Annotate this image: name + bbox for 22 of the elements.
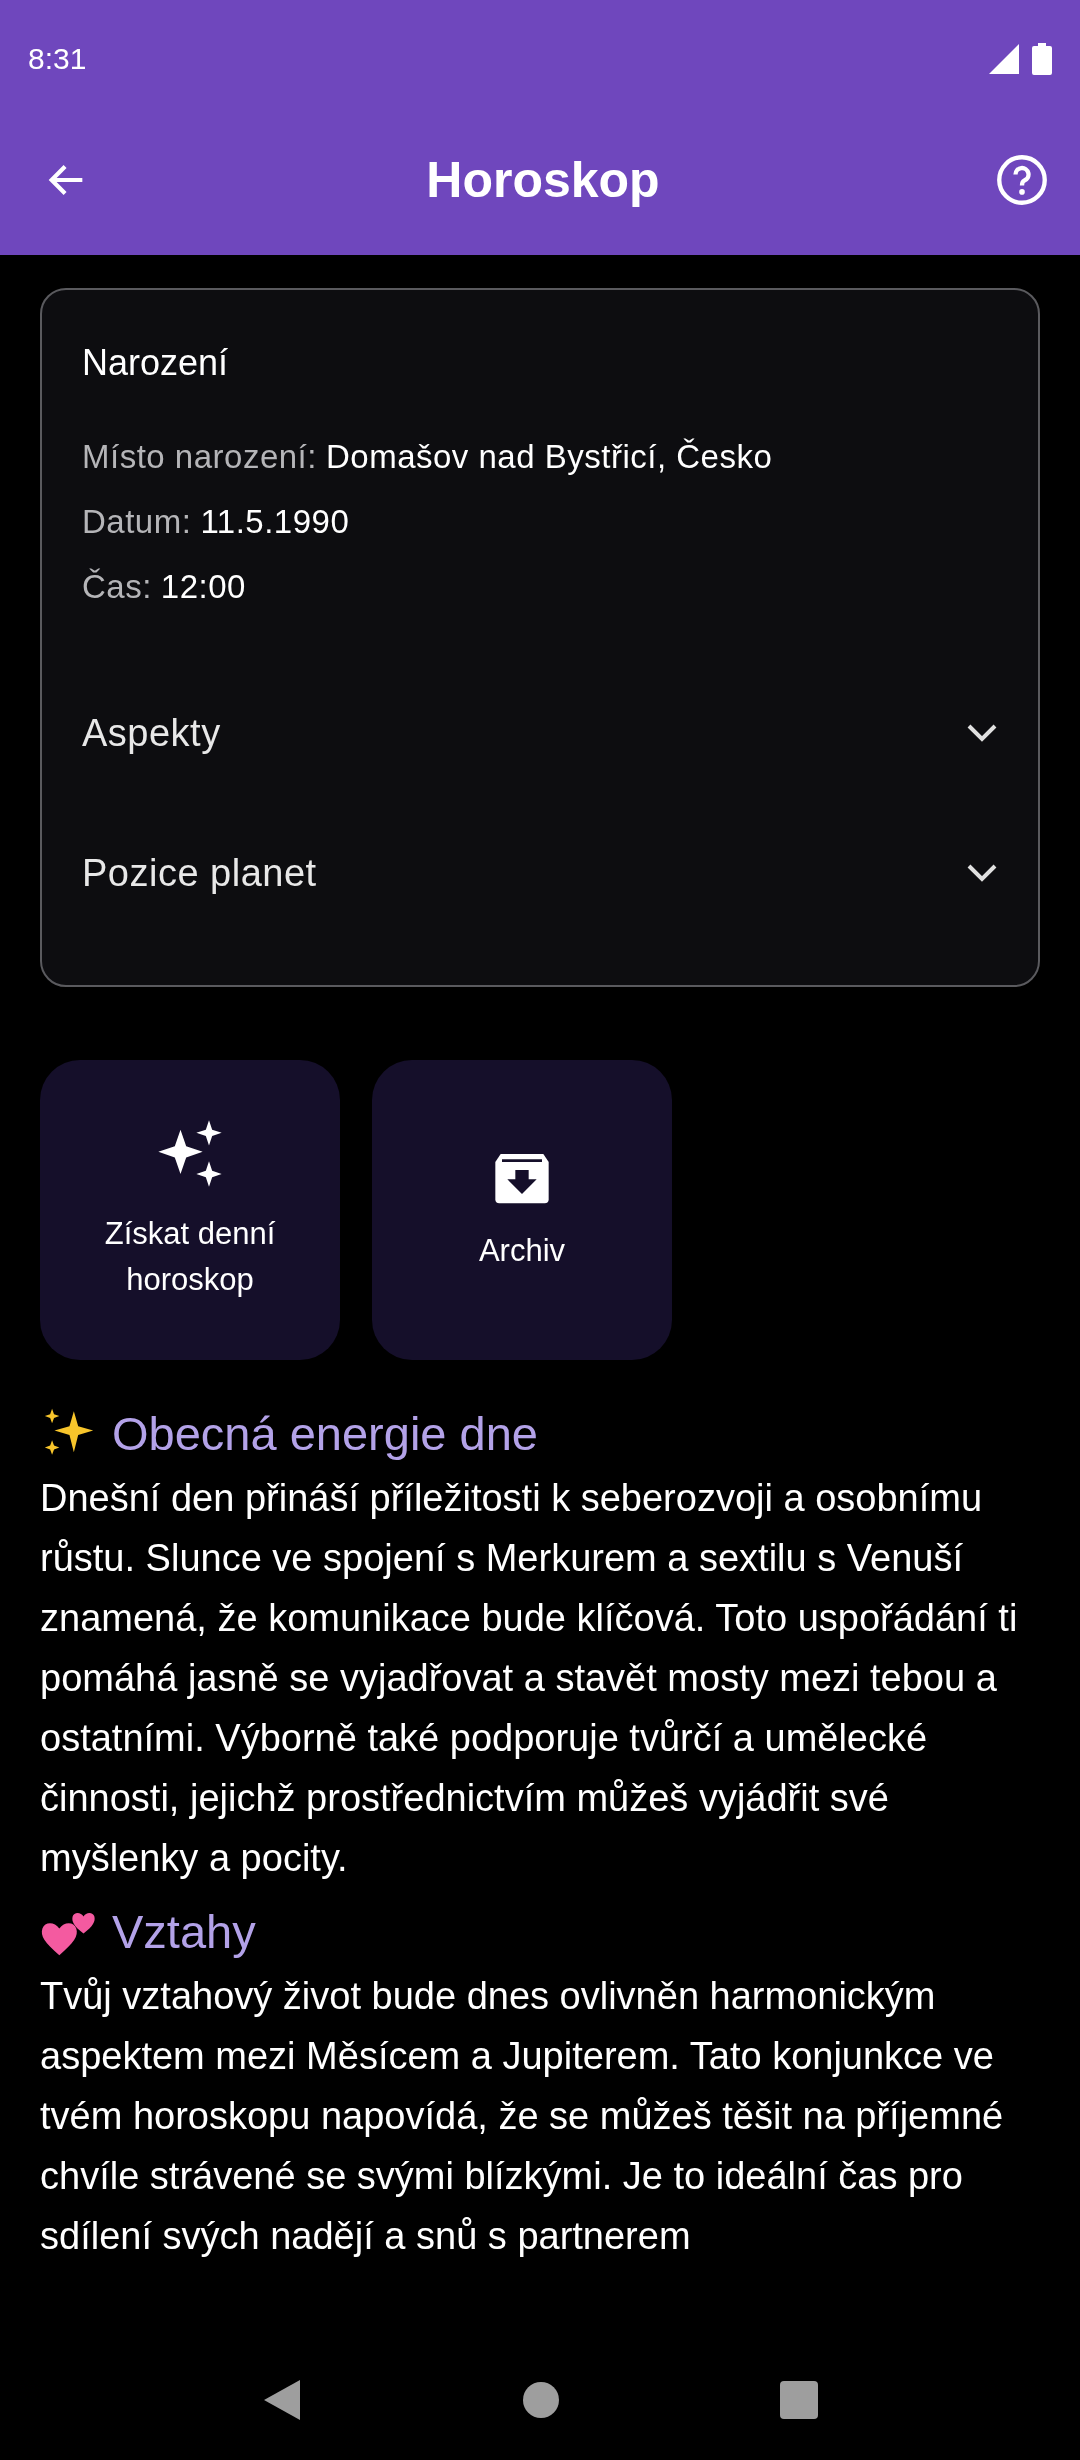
screen-title: Horoskop bbox=[426, 151, 660, 209]
horoscope-paragraph: Tvůj vztahový život bude dnes ovlivněn harmonickým aspektem mezi Měsícem a Jupiterem. Tato konjunkce ve tvém horoskopu napovídá, že se můžeš těšit na příjemné chvíle strávené se svými blízkými. Je to ideální čas pro sdílení svých nadějí a snů s partnerem bbox=[40, 1974, 1005, 2259]
horoscope-paragraph: Dnešní den přináší příležitosti k seberozvoji a osobnímu růstu. Slunce ve spojení s Merkurem a sextilu s Venuší znamená, že komunikace bude klíčová. Toto uspořádání ti pomáhá jasně se vyjadřovat a stavět mosty mezi tebou a ostatními. Výborně také podporuje tvůrčí a umělecké činnosti, jejichž prostřednictvím můžeš vyjádřit své myšlenky a pocity. bbox=[40, 1476, 1019, 1881]
status-time: 8:31 bbox=[28, 41, 87, 76]
expandable-section[interactable]: Aspekty bbox=[82, 711, 221, 755]
expandable-section[interactable]: Pozice planet bbox=[82, 851, 317, 895]
signal-icon bbox=[988, 42, 1020, 75]
detail-label: Datum: bbox=[82, 503, 192, 541]
battery-icon bbox=[1032, 42, 1052, 75]
home-nav-icon[interactable] bbox=[522, 2381, 560, 2419]
action-tile[interactable]: Archiv bbox=[372, 1060, 672, 1360]
detail-label: Čas: bbox=[82, 568, 152, 606]
back-nav-icon[interactable] bbox=[262, 2378, 302, 2422]
section-heading: Vztahy bbox=[112, 1903, 256, 1959]
detail-label: Místo narození: bbox=[82, 438, 317, 476]
detail-value: 11.5.1990 bbox=[200, 503, 350, 541]
card-title: Narození bbox=[82, 342, 230, 384]
help-icon bbox=[996, 154, 1048, 206]
detail-value: Domašov nad Bystřicí, Česko bbox=[325, 438, 773, 476]
action-tile[interactable]: Získat denní horoskop bbox=[40, 1060, 340, 1360]
section-heading: Obecná energie dne bbox=[112, 1405, 538, 1461]
detail-value: 12:00 bbox=[160, 568, 246, 606]
